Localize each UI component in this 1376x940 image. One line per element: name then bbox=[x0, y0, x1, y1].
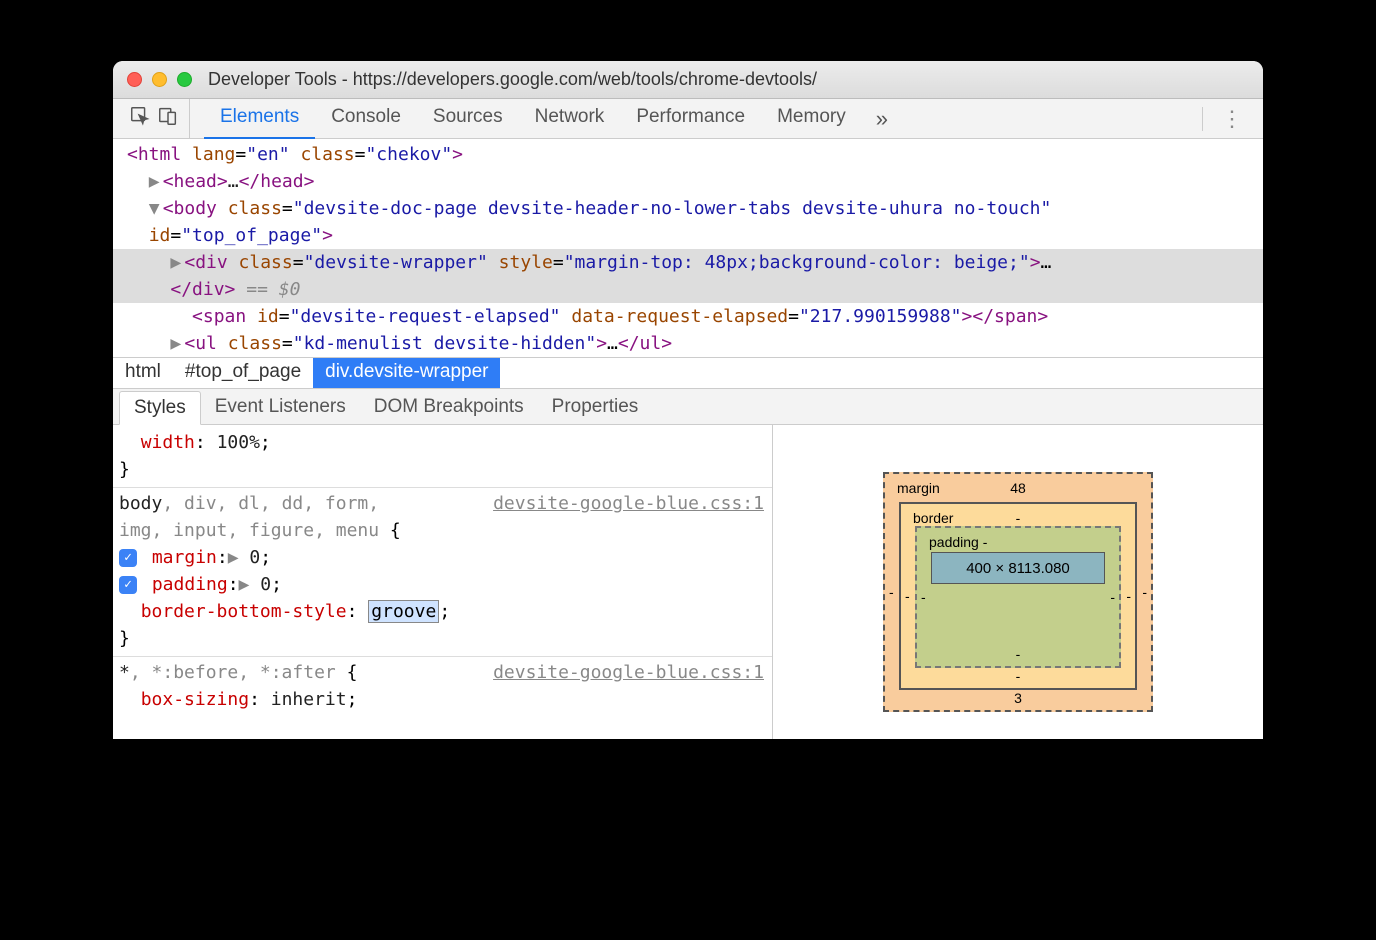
zoom-window[interactable] bbox=[177, 72, 192, 87]
source-link[interactable]: devsite-google-blue.css:1 bbox=[493, 659, 772, 686]
inspect-icon[interactable] bbox=[129, 105, 151, 132]
subtab-dom-breakpoints[interactable]: DOM Breakpoints bbox=[360, 391, 538, 423]
devtools-window: Developer Tools - https://developers.goo… bbox=[113, 61, 1263, 739]
minimize-window[interactable] bbox=[152, 72, 167, 87]
crumb-html[interactable]: html bbox=[113, 358, 173, 388]
breadcrumb: html #top_of_page div.devsite-wrapper bbox=[113, 357, 1263, 389]
box-margin: margin 48 - 3 - border - - - - padding -… bbox=[883, 472, 1153, 712]
tab-elements[interactable]: Elements bbox=[204, 99, 315, 139]
panel-tabs: Elements Console Sources Network Perform… bbox=[190, 99, 902, 139]
lower-panes: width: 100%; } devsite-google-blue.css:1… bbox=[113, 425, 1263, 739]
tab-sources[interactable]: Sources bbox=[417, 99, 519, 139]
close-window[interactable] bbox=[127, 72, 142, 87]
subtab-properties[interactable]: Properties bbox=[538, 391, 653, 423]
styles-subtabs: Styles Event Listeners DOM Breakpoints P… bbox=[113, 389, 1263, 425]
traffic-lights bbox=[127, 72, 192, 87]
window-titlebar: Developer Tools - https://developers.goo… bbox=[113, 61, 1263, 99]
tabs-overflow[interactable]: » bbox=[862, 99, 902, 139]
main-toolbar: Elements Console Sources Network Perform… bbox=[113, 99, 1263, 139]
box-border: border - - - - padding - - - - 400 × 811… bbox=[899, 502, 1137, 690]
dom-tree[interactable]: <html lang="en" class="chekov"> ▶<head>…… bbox=[113, 139, 1263, 357]
selected-node[interactable]: ▶<div class="devsite-wrapper" style="mar… bbox=[113, 249, 1263, 276]
subtab-event-listeners[interactable]: Event Listeners bbox=[201, 391, 360, 423]
styles-pane[interactable]: width: 100%; } devsite-google-blue.css:1… bbox=[113, 425, 773, 739]
window-title: Developer Tools - https://developers.goo… bbox=[208, 69, 817, 90]
tab-performance[interactable]: Performance bbox=[620, 99, 761, 139]
source-link[interactable]: devsite-google-blue.css:1 bbox=[493, 490, 772, 517]
kebab-menu[interactable]: ⋮ bbox=[1207, 106, 1257, 132]
box-content: 400 × 8113.080 bbox=[931, 552, 1105, 584]
tab-console[interactable]: Console bbox=[315, 99, 417, 139]
tab-memory[interactable]: Memory bbox=[761, 99, 862, 139]
tab-network[interactable]: Network bbox=[519, 99, 621, 139]
checkbox-icon[interactable]: ✓ bbox=[119, 549, 137, 567]
value-editor[interactable]: groove bbox=[368, 600, 439, 623]
device-toggle-icon[interactable] bbox=[157, 105, 179, 132]
box-padding: padding - - - - 400 × 8113.080 bbox=[915, 526, 1121, 668]
checkbox-icon[interactable]: ✓ bbox=[119, 576, 137, 594]
crumb-top[interactable]: #top_of_page bbox=[173, 358, 313, 388]
box-model[interactable]: margin 48 - 3 - border - - - - padding -… bbox=[773, 425, 1263, 739]
subtab-styles[interactable]: Styles bbox=[119, 391, 201, 425]
crumb-div[interactable]: div.devsite-wrapper bbox=[313, 358, 500, 388]
